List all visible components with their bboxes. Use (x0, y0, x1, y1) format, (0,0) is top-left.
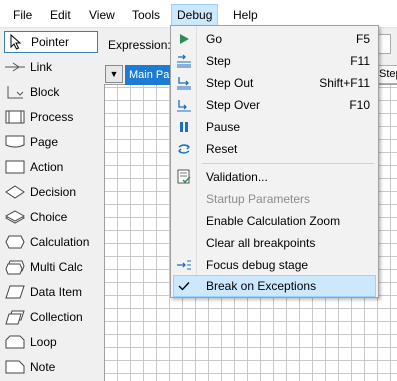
menu-debug[interactable]: Debug (171, 4, 219, 26)
menu-item-step-out[interactable]: Step Out Shift+F11 (173, 72, 376, 94)
menu-help[interactable]: Help (228, 4, 263, 26)
menu-item-label: Reset (206, 142, 238, 156)
menu-item-label: Validation... (206, 170, 268, 184)
menu-item-validation[interactable]: Validation... (173, 166, 376, 188)
palette-label: Data Item (30, 285, 83, 299)
palette-item-data-item[interactable]: Data Item (4, 281, 98, 303)
menu-separator (202, 163, 374, 164)
palette-label: Pointer (31, 35, 70, 49)
menu-item-label: Step Over (206, 98, 261, 112)
action-icon (4, 158, 26, 176)
note-icon (4, 358, 26, 376)
menu-item-label: Focus debug stage (206, 258, 309, 272)
menu-view[interactable]: View (84, 4, 120, 26)
palette-item-decision[interactable]: Decision (4, 181, 98, 203)
menu-item-shortcut: F11 (350, 54, 370, 68)
menu-item-label: Step Out (206, 76, 254, 90)
palette-item-pointer[interactable]: Pointer (4, 31, 98, 53)
palette-label: Multi Calc (30, 260, 83, 274)
data-item-icon (4, 283, 26, 301)
palette-item-block[interactable]: Block (4, 81, 98, 103)
checkmark-icon (175, 277, 193, 295)
stage-palette: Pointer Link Block Process Page Action D… (0, 28, 101, 381)
menu-item-enable-calculation-zoom[interactable]: Enable Calculation Zoom (173, 210, 376, 232)
link-icon (4, 58, 26, 76)
menu-item-focus-debug-stage[interactable]: Focus debug stage (173, 254, 376, 276)
palette-item-multi-calc[interactable]: Multi Calc (4, 256, 98, 278)
menu-edit[interactable]: Edit (45, 4, 76, 26)
pause-icon (175, 118, 193, 136)
menu-item-label: Step (206, 54, 231, 68)
menu-file[interactable]: File (8, 4, 37, 26)
menu-item-shortcut: F10 (349, 98, 370, 112)
menu-item-label: Pause (206, 120, 241, 134)
palette-item-choice[interactable]: Choice (4, 206, 98, 228)
tab-dropdown-button[interactable]: ▼ (105, 65, 123, 83)
palette-label: Collection (30, 310, 83, 324)
menu-item-label: Startup Parameters (206, 192, 311, 206)
step-out-icon (175, 74, 193, 92)
collection-icon (4, 308, 26, 326)
palette-item-page[interactable]: Page (4, 131, 98, 153)
decision-icon (4, 183, 26, 201)
reset-icon (175, 140, 193, 158)
calculation-icon (4, 233, 26, 251)
validation-icon (175, 168, 193, 186)
palette-label: Calculation (30, 235, 90, 249)
menu-item-step[interactable]: Step F11 (173, 50, 376, 72)
palette-item-loop[interactable]: Loop (4, 331, 98, 353)
go-icon (175, 30, 193, 48)
menu-item-label: Go (206, 32, 223, 46)
palette-label: Decision (30, 185, 77, 199)
menu-item-step-over[interactable]: Step Over F10 (173, 94, 376, 116)
multi-calc-icon (4, 258, 26, 276)
expression-label: Expression: (108, 38, 171, 52)
palette-label: Loop (30, 335, 57, 349)
menu-item-label: Clear all breakpoints (206, 236, 316, 250)
palette-item-note[interactable]: Note (4, 356, 98, 378)
process-icon (4, 108, 26, 126)
choice-icon (4, 208, 26, 226)
menu-item-go[interactable]: Go F5 (173, 28, 376, 50)
menu-item-label: Enable Calculation Zoom (206, 214, 341, 228)
step-over-icon (175, 96, 193, 114)
palette-label: Action (30, 160, 64, 174)
palette-item-collection[interactable]: Collection (4, 306, 98, 328)
menu-tools[interactable]: Tools (127, 4, 165, 26)
loop-icon (4, 333, 26, 351)
debug-menu: Go F5 Step F11 Step Out Shift+F11 Step O… (170, 25, 379, 298)
menu-item-startup-parameters: Startup Parameters (173, 188, 376, 210)
palette-label: Page (30, 135, 59, 149)
block-icon (4, 83, 26, 101)
palette-item-action[interactable]: Action (4, 156, 98, 178)
palette-label: Note (30, 360, 56, 374)
palette-item-process[interactable]: Process (4, 106, 98, 128)
step-icon (175, 52, 193, 70)
menu-item-reset[interactable]: Reset (173, 138, 376, 160)
page-icon (4, 133, 26, 151)
palette-item-link[interactable]: Link (4, 56, 98, 78)
pointer-icon (5, 33, 27, 51)
palette-label: Block (30, 85, 60, 99)
menu-item-break-on-exceptions[interactable]: Break on Exceptions (173, 275, 376, 297)
palette-label: Process (30, 110, 74, 124)
menu-item-pause[interactable]: Pause (173, 116, 376, 138)
menu-bar: File Edit View Tools Debug Help (0, 0, 397, 28)
menu-item-clear-all-breakpoints[interactable]: Clear all breakpoints (173, 232, 376, 254)
palette-label: Link (30, 60, 53, 74)
menu-item-shortcut: Shift+F11 (319, 76, 370, 90)
palette-item-calculation[interactable]: Calculation (4, 231, 98, 253)
palette-label: Choice (30, 210, 68, 224)
menu-item-label: Break on Exceptions (206, 279, 317, 293)
menu-item-shortcut: F5 (355, 32, 370, 46)
focus-debug-icon (175, 256, 193, 274)
